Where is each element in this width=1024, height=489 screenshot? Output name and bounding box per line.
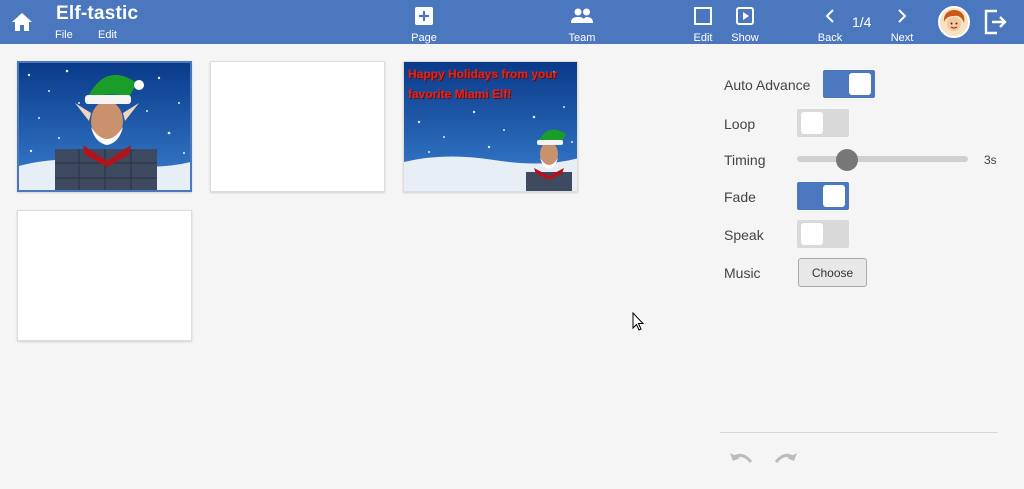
speak-label: Speak (724, 227, 764, 243)
home-icon (12, 13, 32, 31)
slide-thumbnail-2[interactable] (210, 61, 385, 192)
edit-mode-label: Edit (693, 32, 713, 44)
toggle-knob (823, 185, 845, 207)
undo-icon (730, 453, 753, 463)
timing-slider-track[interactable] (797, 156, 968, 162)
loop-label: Loop (724, 116, 756, 132)
auto-advance-label: Auto Advance (724, 77, 811, 93)
holiday-slide-svg: Happy Holidays from your favorite Miami … (404, 62, 577, 191)
loop-toggle[interactable] (797, 109, 849, 137)
toggle-knob (849, 73, 871, 95)
speak-toggle[interactable] (797, 220, 849, 248)
slide-thumbnail-1[interactable] (17, 61, 192, 192)
fade-toggle[interactable] (797, 182, 849, 210)
redo-icon (774, 453, 797, 463)
show-button[interactable]: Show (731, 5, 759, 44)
file-menu[interactable]: File (55, 29, 73, 41)
music-label: Music (724, 265, 761, 281)
top-toolbar: Elf-tastic File Edit Page Team Edit Show… (0, 0, 1024, 44)
page-counter: 1/4 (852, 14, 872, 30)
user-avatar-icon (940, 8, 968, 36)
redo-button[interactable] (772, 450, 798, 468)
app-title: Elf-tastic (56, 3, 139, 24)
team-label: Team (568, 32, 596, 44)
toggle-knob (801, 223, 823, 245)
elf-photo-image (19, 63, 190, 190)
auto-advance-toggle[interactable] (823, 70, 875, 98)
undo-button[interactable] (729, 450, 755, 468)
slide-thumbnail-4[interactable] (17, 210, 192, 341)
slide-thumbnail-3[interactable]: Happy Holidays from your favorite Miami … (403, 61, 578, 192)
logout-button[interactable] (983, 9, 1007, 35)
timing-slider-thumb[interactable] (836, 149, 858, 171)
mouse-cursor-icon (632, 312, 644, 331)
back-label: Back (817, 32, 843, 44)
add-page-button[interactable]: Page (410, 5, 438, 44)
fade-label: Fade (724, 189, 756, 205)
choose-music-button[interactable]: Choose (798, 258, 867, 287)
chevron-left-icon (825, 9, 834, 23)
divider (720, 432, 998, 433)
next-label: Next (890, 32, 914, 44)
add-page-icon (415, 7, 433, 25)
timing-value: 3s (984, 153, 997, 167)
back-button[interactable]: Back (816, 5, 844, 44)
timing-label: Timing (724, 152, 766, 168)
home-button[interactable] (8, 8, 36, 36)
page-label: Page (411, 32, 437, 44)
slide-caption: Happy Holidays from your favorite Miami … (408, 67, 558, 101)
logout-icon (984, 9, 1007, 35)
toggle-knob (801, 112, 823, 134)
edit-mode-button[interactable]: Edit (690, 5, 716, 44)
chevron-right-icon (898, 9, 907, 23)
avatar[interactable] (938, 6, 970, 38)
square-icon (694, 7, 712, 25)
team-icon (571, 8, 593, 23)
play-icon (736, 7, 754, 25)
show-label: Show (731, 32, 759, 44)
team-button[interactable]: Team (566, 5, 598, 44)
edit-menu[interactable]: Edit (98, 29, 117, 41)
next-button[interactable]: Next (888, 5, 916, 44)
